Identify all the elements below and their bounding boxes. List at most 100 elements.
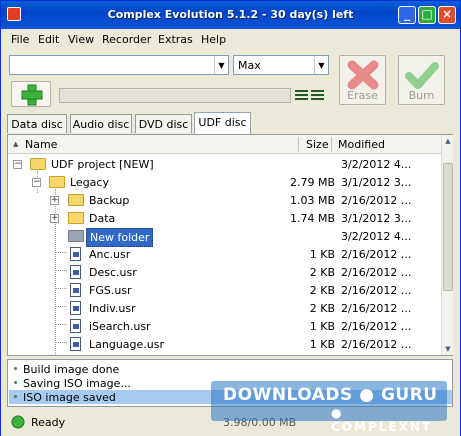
menu-file[interactable]: File	[11, 33, 29, 46]
tree-item-name: Language.usr	[89, 338, 165, 351]
title-bar[interactable]: Complex Evolution 5.1.2 - 30 day(s) left…	[1, 1, 460, 29]
tree-row[interactable]: − UDF project [NEW] 3/2/2012 4...	[8, 155, 440, 173]
speed-select-value: Max	[238, 59, 261, 72]
tab-dvd-disc[interactable]: DVD disc	[135, 114, 192, 133]
bullet-icon	[14, 381, 17, 384]
tree-item-size: 2 KB	[309, 302, 335, 315]
tree-item-name: UDF project [NEW]	[51, 158, 154, 171]
tree-item-size: 1 KB	[309, 320, 335, 333]
tree-item-size: 1 KB	[309, 248, 335, 261]
bullet-icon	[14, 395, 17, 398]
file-icon	[70, 283, 81, 297]
file-icon	[70, 301, 81, 315]
plus-icon	[21, 84, 43, 106]
tree-item-name: Indiv.usr	[89, 302, 136, 315]
minimize-button[interactable]: _	[398, 6, 416, 24]
menu-bar: File Edit View Recorder Extras Help	[1, 29, 460, 51]
folder-icon	[30, 158, 46, 170]
tree-row[interactable]: Indiv.usr 2 KB 2/16/2012 ...	[8, 299, 440, 317]
close-button[interactable]: ×	[438, 6, 456, 24]
collapse-toggle[interactable]: −	[32, 178, 41, 187]
tree-row[interactable]: Anc.usr 1 KB 2/16/2012 ...	[8, 245, 440, 263]
column-modified[interactable]: Modified	[338, 138, 385, 151]
tab-udf-disc[interactable]: UDF disc	[194, 112, 251, 134]
menu-view[interactable]: View	[68, 33, 94, 46]
window-title: Complex Evolution 5.1.2 - 30 day(s) left	[107, 8, 354, 21]
tree-item-modified: 3/2/2012 4...	[341, 230, 412, 243]
add-files-button[interactable]	[11, 81, 51, 107]
column-size[interactable]: Size	[306, 138, 329, 151]
log-text: Build image done	[23, 363, 120, 376]
collapse-toggle[interactable]: −	[13, 160, 22, 169]
tree-item-size: 1.03 MB	[289, 194, 335, 207]
tree-item-modified: 2/16/2012 ...	[341, 302, 412, 315]
burn-label: Burn	[408, 89, 435, 102]
maximize-button[interactable]: □	[418, 6, 436, 24]
menu-help[interactable]: Help	[201, 33, 226, 46]
expand-toggle[interactable]: +	[50, 196, 59, 205]
chevron-down-icon[interactable]: ▼	[214, 56, 228, 74]
app-window: Complex Evolution 5.1.2 - 30 day(s) left…	[0, 0, 461, 436]
vertical-scrollbar[interactable]: ▲ ▼	[441, 135, 453, 355]
log-entry: Build image done	[9, 362, 452, 376]
column-name[interactable]: Name	[25, 138, 57, 151]
tree-item-modified: 2/16/2012 ...	[341, 338, 412, 351]
scroll-down-icon[interactable]: ▼	[442, 343, 454, 355]
tree-item-name: FGS.usr	[89, 284, 132, 297]
file-icon	[70, 247, 81, 261]
tree-item-size: 1 KB	[309, 338, 335, 351]
column-divider[interactable]	[331, 137, 332, 152]
tree-row[interactable]: + Backup 1.03 MB 2/16/2012 ...	[8, 191, 440, 209]
tree-item-name: iSearch.usr	[89, 320, 151, 333]
file-tree-panel: ▲ Name Size Modified − UDF project [NEW]…	[7, 134, 453, 356]
speed-select[interactable]: Max ▼	[233, 55, 329, 75]
drive-select[interactable]: ▼	[9, 55, 229, 75]
menu-extras[interactable]: Extras	[158, 33, 193, 46]
tree-item-modified: 3/1/2012 3...	[341, 212, 412, 225]
tree-item-modified: 2/16/2012 ...	[341, 248, 412, 261]
tree-item-modified: 3/2/2012 4...	[341, 158, 412, 171]
tree-item-size: 1.74 MB	[289, 212, 335, 225]
tree-row[interactable]: Desc.usr 2 KB 2/16/2012 ...	[8, 263, 440, 281]
scrollbar-thumb[interactable]	[443, 163, 453, 291]
folder-icon	[49, 176, 65, 188]
expand-toggle[interactable]: +	[50, 214, 59, 223]
folder-icon	[68, 230, 84, 242]
tree-item-name: Legacy	[70, 176, 109, 189]
tree-item-modified: 2/16/2012 ...	[341, 320, 412, 333]
burn-button[interactable]: Burn	[398, 55, 445, 105]
tree-item-name: Data	[89, 212, 116, 225]
list-view-icon[interactable]	[295, 89, 325, 103]
tree-item-modified: 2/16/2012 ...	[341, 266, 412, 279]
menu-recorder[interactable]: Recorder	[102, 33, 151, 46]
tree-item-name: Backup	[89, 194, 130, 207]
tree-row[interactable]: Language.usr 1 KB 2/16/2012 ...	[8, 335, 440, 353]
erase-icon	[347, 60, 379, 90]
scroll-up-icon[interactable]: ▲	[442, 135, 454, 147]
watermark-sub: ● COMPLEXNT	[331, 406, 433, 434]
tree-row[interactable]: − Legacy 2.79 MB 3/1/2012 3...	[8, 173, 440, 191]
status-text: Ready	[31, 416, 66, 429]
tab-data-disc[interactable]: Data disc	[7, 114, 67, 133]
erase-button[interactable]: Erase	[339, 55, 386, 105]
tab-audio-disc[interactable]: Audio disc	[70, 114, 132, 133]
erase-label: Erase	[347, 89, 378, 102]
folder-icon	[68, 212, 84, 224]
chevron-down-icon[interactable]: ▼	[314, 56, 328, 74]
tree-row[interactable]: + Data 1.74 MB 3/1/2012 3...	[8, 209, 440, 227]
tree-row[interactable]: FGS.usr 2 KB 2/16/2012 ...	[8, 281, 440, 299]
watermark-logo: DOWNLOADS ● GURU ● COMPLEXNT	[211, 381, 447, 434]
tree-row[interactable]: iSearch.usr 1 KB 2/16/2012 ...	[8, 317, 440, 335]
bullet-icon	[14, 367, 17, 370]
column-divider[interactable]	[298, 137, 299, 152]
menu-edit[interactable]: Edit	[38, 33, 59, 46]
log-text: Saving ISO image...	[23, 377, 131, 390]
checkmark-icon	[405, 62, 439, 89]
file-icon	[70, 265, 81, 279]
status-indicator-icon	[11, 415, 25, 429]
watermark-main: DOWNLOADS ● GURU	[223, 385, 438, 405]
tree-row[interactable]: New folder 3/2/2012 4...	[8, 227, 440, 247]
tree-item-size: 2 KB	[309, 284, 335, 297]
disc-usage-progress	[59, 88, 291, 103]
file-icon	[70, 337, 81, 351]
